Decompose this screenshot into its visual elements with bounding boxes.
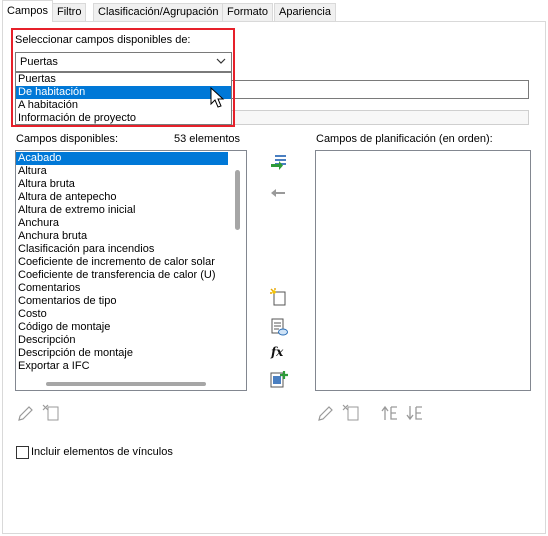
list-item[interactable]: Anchura bruta (16, 230, 228, 243)
available-fields-count: 53 elementos (174, 133, 241, 145)
edit-pencil-icon[interactable] (16, 403, 36, 423)
list-item[interactable]: Código de montaje (16, 321, 228, 334)
list-item[interactable]: Altura bruta (16, 178, 228, 191)
include-links-label: Incluir elementos de vínculos (31, 446, 173, 458)
list-item[interactable]: Descripción (16, 334, 228, 347)
tab-campos[interactable]: Campos (2, 0, 53, 22)
scheduled-fields-label: Campos de planificación (en orden): (316, 133, 493, 145)
tab-filtro[interactable]: Filtro (52, 3, 87, 21)
tab-formato[interactable]: Formato (222, 3, 273, 21)
dropdown-option-informacion-de-proyecto[interactable]: Información de proyecto (16, 112, 231, 125)
list-item[interactable]: Comentarios (16, 282, 228, 295)
move-down-icon[interactable] (405, 403, 425, 423)
tab-apariencia[interactable]: Apariencia (274, 3, 336, 21)
available-fields-list[interactable]: Acabado Altura Altura bruta Altura de an… (15, 150, 247, 391)
list-item[interactable]: Costo (16, 308, 228, 321)
dropdown-option-puertas[interactable]: Puertas (16, 73, 231, 86)
tab-clasificacion-agrupacion[interactable]: Clasificación/Agrupación (93, 3, 224, 21)
calculated-value-icon[interactable]: fx (271, 345, 289, 361)
list-item[interactable]: Descripción de montaje (16, 347, 228, 360)
list-item[interactable]: Comentarios de tipo (16, 295, 228, 308)
dropdown-option-a-habitacion[interactable]: A habitación (16, 99, 231, 112)
edit-pencil-icon[interactable] (316, 403, 336, 423)
include-links-checkbox[interactable] (16, 446, 29, 459)
new-parameter-icon[interactable] (270, 288, 288, 306)
scheduled-fields-list[interactable] (315, 150, 531, 391)
available-fields-label: Campos disponibles: (16, 133, 119, 145)
list-item[interactable]: Altura de antepecho (16, 191, 228, 204)
delete-parameter-icon[interactable] (341, 403, 361, 423)
delete-parameter-icon[interactable] (41, 403, 61, 423)
horizontal-scroll-thumb[interactable] (46, 382, 206, 386)
list-item[interactable]: Coeficiente de incremento de calor solar (16, 256, 228, 269)
vertical-scrollbar[interactable] (229, 151, 246, 375)
vertical-scroll-thumb[interactable] (235, 170, 240, 230)
list-item[interactable]: Altura (16, 165, 228, 178)
dropdown-option-de-habitacion[interactable]: De habitación (16, 86, 231, 99)
list-item[interactable]: Anchura (16, 217, 228, 230)
tab-strip: Campos Filtro Clasificación/Agrupación F… (0, 0, 548, 22)
list-item[interactable]: Acabado (16, 152, 228, 165)
combine-parameters-icon[interactable] (270, 370, 288, 388)
list-item[interactable]: Clasificación para incendios (16, 243, 228, 256)
edit-parameter-icon[interactable] (270, 318, 288, 336)
mouse-pointer-icon (210, 87, 225, 108)
list-item[interactable]: Exportar a IFC (16, 360, 228, 373)
move-up-icon[interactable] (380, 403, 400, 423)
list-item[interactable]: Coeficiente de transferencia de calor (U… (16, 269, 228, 282)
add-parameter-icon[interactable] (270, 153, 288, 171)
category-dropdown-list: Puertas De habitación A habitación Infor… (15, 72, 232, 125)
list-item[interactable]: Altura de extremo inicial (16, 204, 228, 217)
remove-parameter-icon[interactable] (270, 184, 288, 202)
